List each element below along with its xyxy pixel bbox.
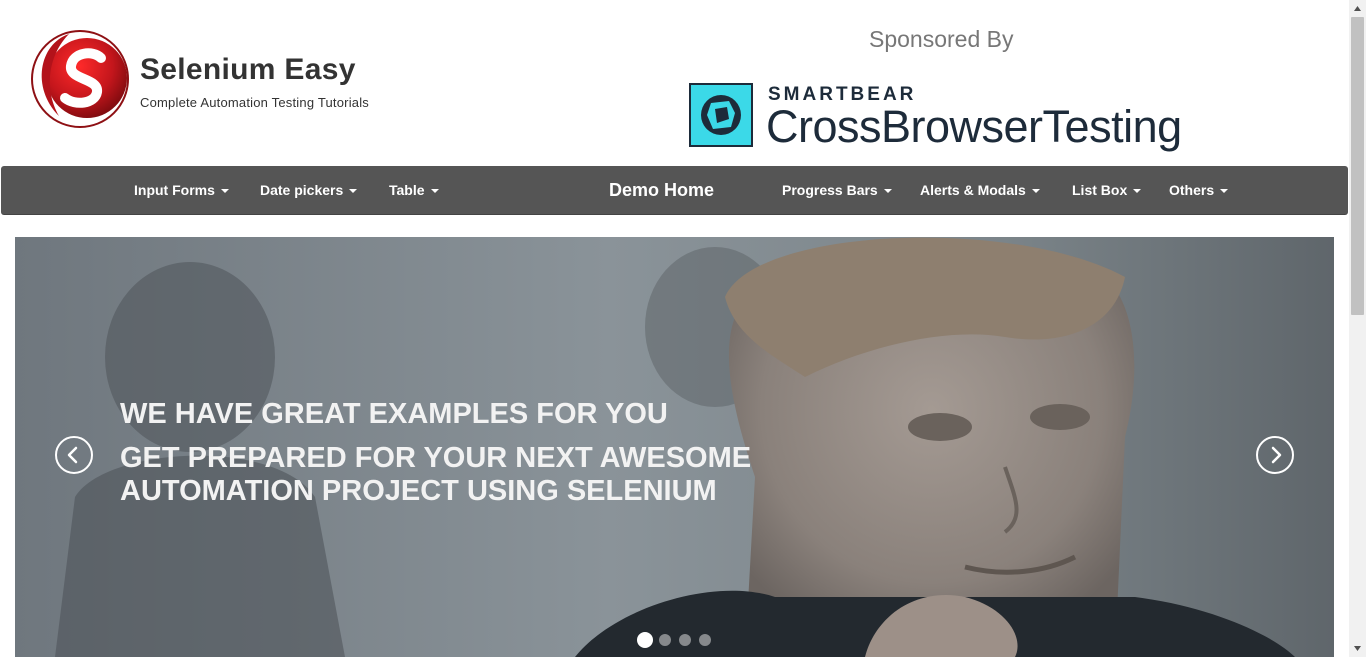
nav-others[interactable]: Others	[1169, 166, 1229, 215]
nav-label: Demo Home	[609, 180, 715, 200]
caret-down-icon	[1031, 189, 1040, 194]
chevron-right-icon	[1271, 446, 1282, 464]
sponsor-product[interactable]: CrossBrowserTesting	[766, 101, 1182, 153]
nav-label: Date pickers	[260, 182, 344, 198]
carousel-indicator-4[interactable]	[699, 634, 711, 646]
page: Selenium Easy Complete Automation Testin…	[0, 0, 1349, 657]
scroll-down-arrow-icon[interactable]	[1349, 640, 1366, 657]
caret-down-icon	[349, 189, 358, 194]
chevron-left-icon	[67, 446, 78, 464]
nav-label: List Box	[1072, 182, 1128, 198]
nav-label: Progress Bars	[782, 182, 878, 198]
main-navbar: Input Forms Date pickers Table Demo Home…	[1, 166, 1348, 215]
hero-carousel[interactable]: WE HAVE GREAT EXAMPLES FOR YOU GET PREPA…	[15, 237, 1334, 657]
caret-down-icon	[430, 189, 439, 194]
carousel-caption-line: AUTOMATION PROJECT USING SELENIUM	[120, 475, 717, 507]
selenium-easy-logo[interactable]	[29, 28, 131, 130]
smartbear-logo-icon[interactable]	[689, 83, 753, 147]
scrollbar-thumb[interactable]	[1351, 17, 1364, 315]
nav-demo-home[interactable]: Demo Home	[609, 166, 714, 215]
nav-input-forms[interactable]: Input Forms	[134, 166, 229, 215]
nav-list-box[interactable]: List Box	[1072, 166, 1142, 215]
nav-label: Others	[1169, 182, 1215, 198]
brand-tagline: Complete Automation Testing Tutorials	[140, 95, 370, 110]
caret-down-icon	[1133, 189, 1142, 194]
carousel-next-button[interactable]	[1256, 436, 1294, 474]
scroll-up-arrow-icon[interactable]	[1349, 0, 1366, 17]
carousel-indicator-2[interactable]	[659, 634, 671, 646]
nav-table[interactable]: Table	[389, 166, 439, 215]
caret-down-icon	[883, 189, 892, 194]
nav-label: Input Forms	[134, 182, 215, 198]
carousel-indicator-3[interactable]	[679, 634, 691, 646]
nav-label: Alerts & Modals	[920, 182, 1026, 198]
carousel-prev-button[interactable]	[55, 436, 93, 474]
vertical-scrollbar[interactable]	[1349, 0, 1366, 657]
nav-progress-bars[interactable]: Progress Bars	[782, 166, 892, 215]
nav-alerts-modals[interactable]: Alerts & Modals	[920, 166, 1040, 215]
carousel-caption-line: GET PREPARED FOR YOUR NEXT AWESOME	[120, 442, 752, 474]
carousel-indicator-1[interactable]	[637, 632, 653, 648]
nav-date-pickers[interactable]: Date pickers	[260, 166, 358, 215]
sponsor-heading: Sponsored By	[869, 26, 1014, 52]
nav-label: Table	[389, 182, 425, 198]
brand-name[interactable]: Selenium Easy	[140, 53, 356, 87]
carousel-caption-title: WE HAVE GREAT EXAMPLES FOR YOU	[120, 398, 668, 430]
caret-down-icon	[220, 189, 229, 194]
caret-down-icon	[1220, 189, 1229, 194]
